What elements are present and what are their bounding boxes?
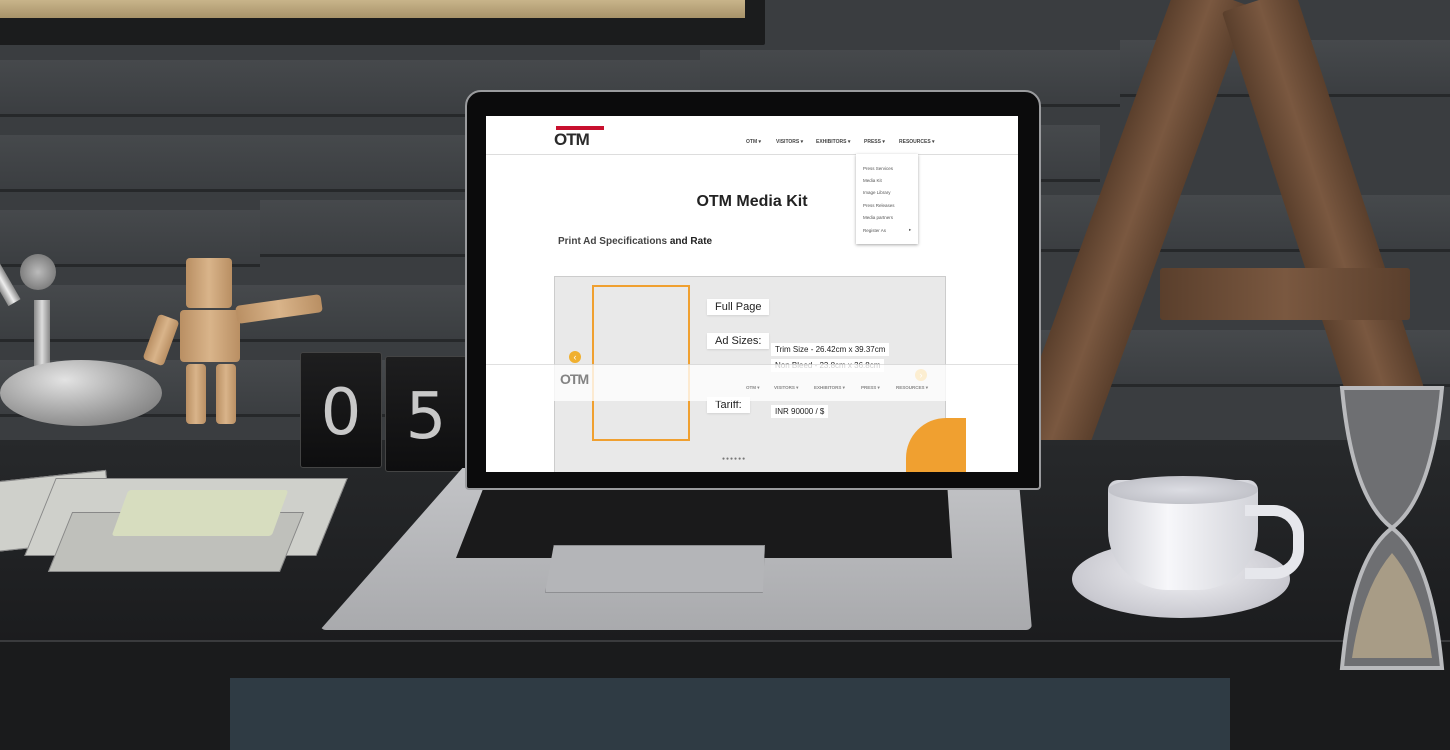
full-page-ad-outline [592,285,690,441]
desk-drawer-panel [230,678,1230,750]
section-subtitle: Print Ad Specifications and Rate [558,236,713,247]
nav-exhibitors[interactable]: EXHIBITORS ▾ [816,139,850,145]
dropdown-media-partners[interactable]: Media partners [863,215,893,220]
nav-press[interactable]: PRESS ▾ [864,139,885,145]
tariff-value: INR 90000 / $ [771,405,829,418]
desk-scene: 0 5 OTM OTM ▾ VISITORS ▾ EXHIBITORS ▾ PR… [0,0,1450,750]
laptop-screen: OTM OTM ▾ VISITORS ▾ EXHIBITORS ▾ PRESS … [486,116,1018,472]
nav-otm[interactable]: OTM ▾ [746,139,761,145]
sizes-label: Ad Sizes: [707,333,770,349]
clock-digit: 5 [385,356,467,472]
submenu-arrow-icon: ▸ [909,227,912,232]
nav-visitors[interactable]: VISITORS ▾ [776,139,803,145]
nav-resources[interactable]: RESOURCES ▾ [899,139,935,145]
format-label: Full Page [707,299,770,315]
dropdown-press-services[interactable]: Press Services [863,166,893,171]
dropdown-media-kit[interactable]: Media Kit [863,178,882,183]
prev-slide-arrow-icon[interactable]: ‹ [569,351,581,363]
hourglass [1339,386,1445,670]
picture-frame [0,0,765,45]
site-header: OTM OTM ▾ VISITORS ▾ EXHIBITORS ▾ PRESS … [486,116,1018,155]
clock-digit: 0 [300,352,382,468]
slider-pager[interactable]: ●●●●●● [722,456,746,462]
dropdown-register-as[interactable]: Register As [863,228,886,233]
reflection-header: OTM OTM ▾ VISITORS ▾ EXHIBITORS ▾ PRESS … [486,364,1018,401]
page-title: OTM Media Kit [696,193,808,210]
trackpad [545,545,765,593]
trim-size: Trim Size - 26.42cm x 39.37cm [771,343,890,356]
otm-logo[interactable]: OTM [554,126,606,150]
